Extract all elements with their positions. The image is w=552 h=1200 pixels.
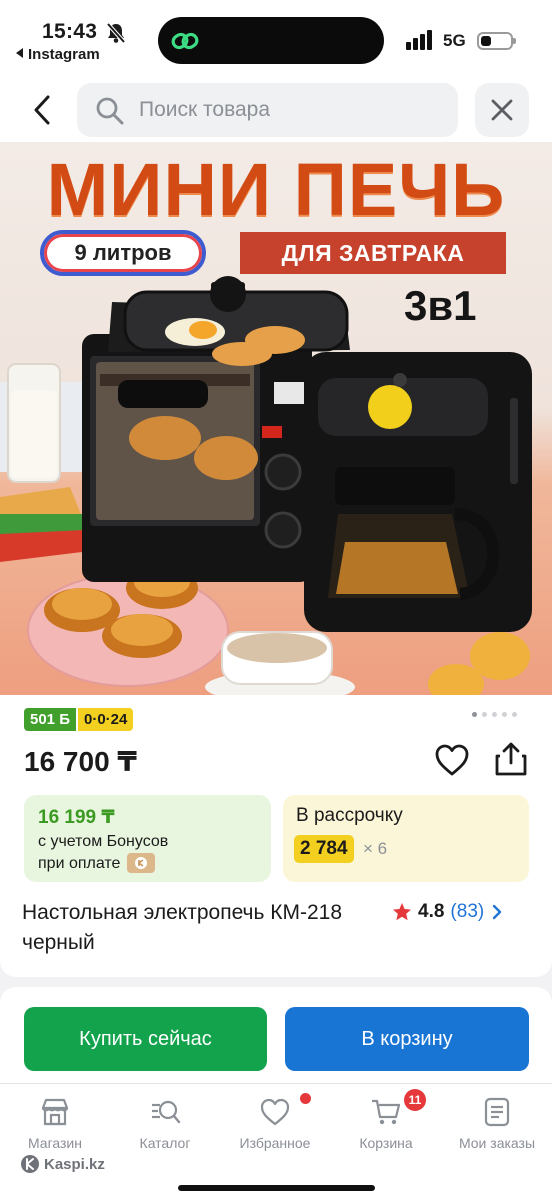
installment-box[interactable]: В рассрочку 2 784 × 6 bbox=[283, 795, 529, 882]
browser-domain: Kaspi.kz bbox=[20, 1153, 105, 1175]
product-price: 16 700 ₸ bbox=[24, 746, 137, 777]
bonus-note-line2: при оплате bbox=[38, 855, 121, 872]
tab-my-orders[interactable]: Мои заказы bbox=[442, 1094, 552, 1158]
buy-now-button[interactable]: Купить сейчас bbox=[24, 1007, 267, 1071]
rating-link[interactable]: 4.8 (83) bbox=[392, 900, 504, 924]
bonus-price: 16 199 ₸ bbox=[38, 807, 115, 828]
tab-store[interactable]: Магазин bbox=[0, 1094, 110, 1158]
review-count: (83) bbox=[450, 901, 485, 922]
banner-headline: МИНИ ПЕЧЬ bbox=[46, 148, 506, 231]
kaspi-logo-icon bbox=[21, 1155, 39, 1173]
cellular-signal-icon bbox=[406, 30, 436, 50]
heart-icon bbox=[435, 744, 469, 776]
installment-amount: 2 784 bbox=[294, 835, 354, 863]
cart-icon bbox=[372, 1099, 401, 1125]
tab-label: Мои заказы bbox=[458, 1135, 536, 1151]
back-app-label: Instagram bbox=[28, 46, 100, 63]
cart-count-badge: 11 bbox=[404, 1089, 426, 1111]
close-icon bbox=[491, 99, 513, 121]
battery-icon bbox=[477, 32, 516, 50]
search-bar[interactable] bbox=[77, 83, 458, 137]
purchase-actions: Купить сейчас В корзину bbox=[0, 987, 552, 1083]
share-button[interactable] bbox=[494, 741, 528, 777]
chevron-right-icon bbox=[493, 904, 502, 920]
network-type: 5G bbox=[443, 31, 466, 50]
banner-subtitle: ДЛЯ ЗАВТРАКА bbox=[240, 232, 506, 274]
back-button[interactable] bbox=[20, 86, 64, 134]
banner-capacity-badge: 9 литров bbox=[40, 230, 206, 276]
tab-label: Избранное bbox=[239, 1135, 311, 1151]
catalog-search-icon bbox=[152, 1100, 181, 1124]
bonus-price-box[interactable]: 16 199 ₸ с учетом Бонусов при оплате bbox=[24, 795, 271, 882]
search-header bbox=[0, 80, 552, 142]
bell-muted-icon bbox=[106, 22, 126, 44]
product-page: 15:43 Instagram 5G Поиск товара МИНИ ПЕЧ… bbox=[0, 0, 552, 1200]
installment-tag: 0·0·24 bbox=[77, 708, 134, 731]
home-indicator bbox=[178, 1185, 375, 1191]
link-app-icon bbox=[171, 32, 199, 50]
product-info-card: 501 Б 0·0·24 16 700 ₸ 16 199 ₸ с учетом … bbox=[0, 695, 552, 977]
installment-months: × 6 bbox=[363, 839, 388, 858]
kaspi-pay-icon bbox=[127, 853, 155, 873]
chevron-left-icon bbox=[34, 95, 50, 125]
promo-tags: 501 Б 0·0·24 bbox=[24, 708, 134, 732]
share-icon bbox=[495, 742, 527, 776]
domain-label: Kaspi.kz bbox=[44, 1155, 105, 1173]
bonus-note-line1: с учетом Бонусов bbox=[38, 833, 169, 850]
back-arrow-icon bbox=[16, 48, 23, 58]
orders-icon bbox=[484, 1097, 510, 1127]
tab-catalog[interactable]: Каталог bbox=[110, 1094, 220, 1158]
back-to-app-link[interactable]: Instagram bbox=[16, 46, 100, 63]
tab-label: Корзина bbox=[359, 1135, 413, 1151]
dynamic-island bbox=[158, 17, 384, 64]
search-input[interactable] bbox=[139, 91, 439, 129]
bottom-tab-bar: Магазин Каталог Избранное Корзина Мои за… bbox=[0, 1083, 552, 1200]
close-button[interactable] bbox=[475, 83, 529, 137]
product-image[interactable]: МИНИ ПЕЧЬ 9 литров ДЛЯ ЗАВТРАКА 3в1 bbox=[0, 142, 552, 695]
pager-dot[interactable] bbox=[512, 712, 517, 717]
pager-dot[interactable] bbox=[502, 712, 507, 717]
status-time: 15:43 bbox=[42, 20, 98, 43]
pager-dot[interactable] bbox=[492, 712, 497, 717]
tab-label: Магазин bbox=[27, 1135, 82, 1151]
product-title: Настольная электропечь КМ-218 черный bbox=[22, 901, 343, 954]
status-bar: 15:43 Instagram 5G bbox=[0, 0, 552, 80]
image-pager-dots bbox=[472, 712, 517, 717]
pager-dot[interactable] bbox=[482, 712, 487, 717]
installment-label: В рассрочку bbox=[296, 805, 403, 826]
store-icon bbox=[41, 1098, 69, 1126]
bonus-tag: 501 Б bbox=[24, 708, 76, 731]
star-icon bbox=[393, 903, 411, 921]
heart-icon bbox=[260, 1098, 290, 1126]
favorites-notification-dot bbox=[300, 1093, 311, 1104]
tab-favorites[interactable]: Избранное bbox=[220, 1094, 330, 1158]
tab-label: Каталог bbox=[139, 1135, 191, 1151]
favorite-button[interactable] bbox=[434, 743, 470, 777]
search-icon bbox=[96, 97, 124, 125]
add-to-cart-button[interactable]: В корзину bbox=[285, 1007, 529, 1071]
rating-value: 4.8 bbox=[418, 901, 445, 922]
banner-combo-label: 3в1 bbox=[404, 282, 477, 329]
pager-dot[interactable] bbox=[472, 712, 477, 717]
